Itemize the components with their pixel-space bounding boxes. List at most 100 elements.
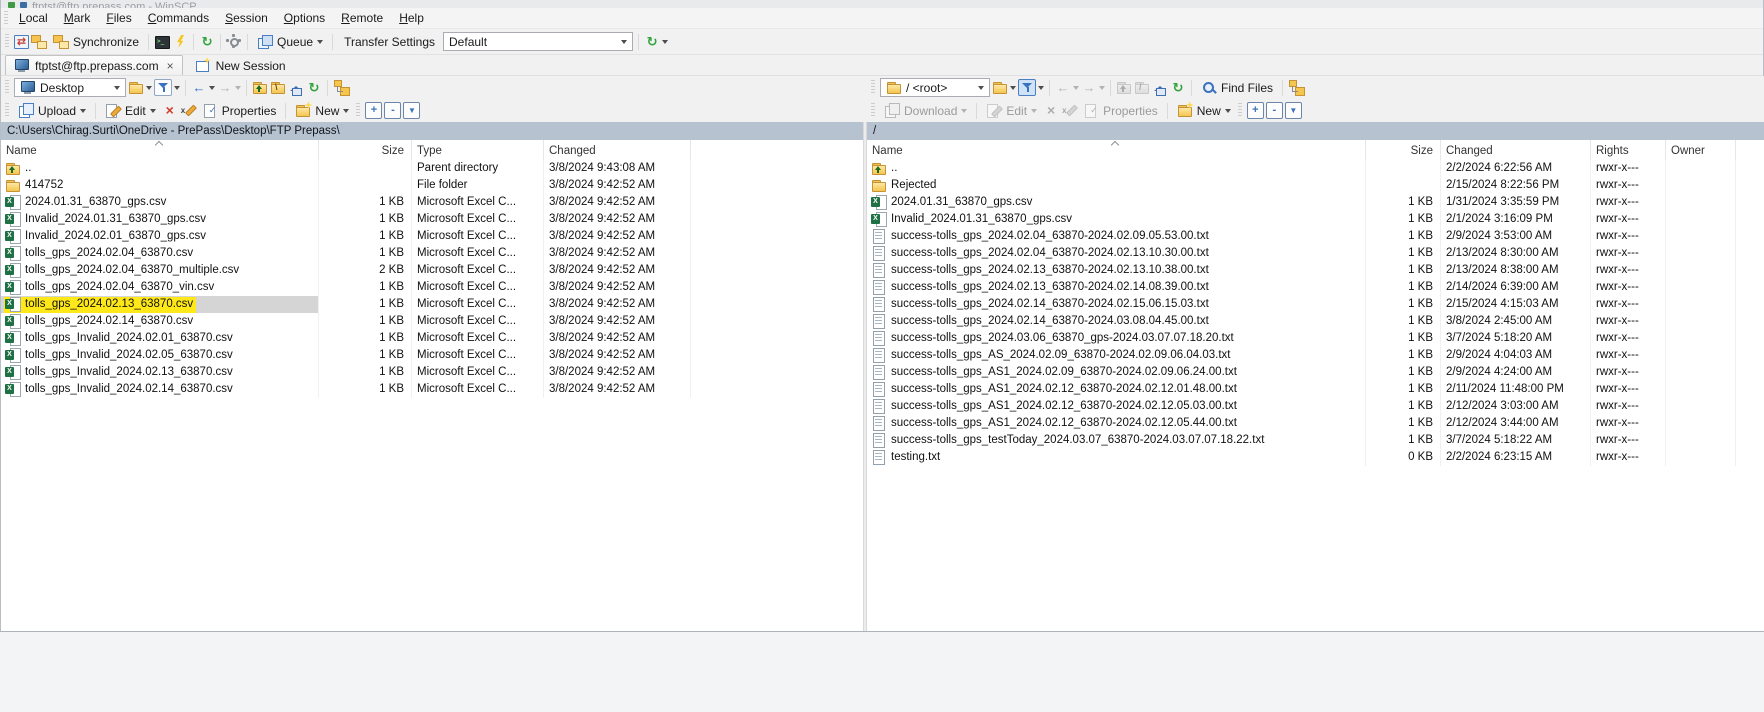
menu-item-remote[interactable]: Remote bbox=[333, 11, 391, 25]
queue-button[interactable]: Queue bbox=[253, 33, 327, 50]
left-column-header-size[interactable]: Size bbox=[319, 140, 412, 160]
toolbar-grip[interactable] bbox=[5, 34, 9, 49]
menu-item-local[interactable]: Local bbox=[11, 11, 56, 25]
right-open-directory-caret[interactable] bbox=[1010, 86, 1016, 90]
menu-item-files[interactable]: Files bbox=[98, 11, 139, 25]
upload-button[interactable]: Upload bbox=[14, 102, 90, 119]
file-row[interactable]: tolls_gps_2024.02.13_63870.csv1 KBMicros… bbox=[1, 296, 863, 313]
file-row[interactable]: success-tolls_gps_2024.02.13_63870-2024.… bbox=[867, 279, 1764, 296]
left-parent-directory-icon[interactable] bbox=[252, 80, 268, 95]
file-row[interactable]: success-tolls_gps_2024.03.06_63870_gps-2… bbox=[867, 330, 1764, 347]
left-directory-tree-icon[interactable] bbox=[333, 80, 349, 95]
file-row[interactable]: ..2/2/2024 6:22:56 AMrwxr-x--- bbox=[867, 160, 1764, 177]
file-row[interactable]: success-tolls_gps_AS1_2024.02.12_63870-2… bbox=[867, 381, 1764, 398]
file-row[interactable]: testing.txt0 KB2/2/2024 6:23:15 AMrwxr-x… bbox=[867, 449, 1764, 466]
transfer-preset-caret[interactable] bbox=[662, 40, 668, 44]
left-column-header-changed[interactable]: Changed bbox=[544, 140, 691, 160]
right-filter-icon[interactable] bbox=[1018, 79, 1036, 96]
left-properties-button[interactable]: Properties bbox=[198, 102, 281, 119]
left-open-directory-icon[interactable] bbox=[128, 80, 144, 95]
file-row[interactable]: success-tolls_gps_2024.02.13_63870-2024.… bbox=[867, 262, 1764, 279]
close-session-icon[interactable]: × bbox=[167, 59, 174, 73]
right-new-button[interactable]: New bbox=[1173, 102, 1235, 119]
right-column-header-rights[interactable]: Rights bbox=[1591, 140, 1666, 160]
right-select-grip[interactable] bbox=[1238, 103, 1242, 118]
left-forward-icon[interactable]: → bbox=[217, 80, 233, 95]
file-row[interactable]: Invalid_2024.01.31_63870_gps.csv1 KBMicr… bbox=[1, 211, 863, 228]
right-toolbar2-grip[interactable] bbox=[871, 103, 875, 118]
left-back-icon[interactable]: ← bbox=[191, 80, 207, 95]
right-column-header-name[interactable]: Name bbox=[867, 140, 1366, 160]
file-row[interactable]: success-tolls_gps_2024.02.14_63870-2024.… bbox=[867, 313, 1764, 330]
right-column-header-changed[interactable]: Changed bbox=[1441, 140, 1591, 160]
left-refresh-icon[interactable]: ↻ bbox=[306, 80, 322, 95]
preferences-gear-icon[interactable] bbox=[226, 34, 242, 49]
compare-directories-icon[interactable]: ⇄ bbox=[14, 35, 29, 49]
right-location-combo[interactable]: / <root> bbox=[880, 78, 990, 97]
new-session-tab[interactable]: New Session bbox=[186, 55, 295, 75]
file-row[interactable]: success-tolls_gps_AS1_2024.02.12_63870-2… bbox=[867, 398, 1764, 415]
left-delete-icon[interactable]: × bbox=[162, 103, 178, 118]
left-root-directory-icon[interactable]: \ bbox=[270, 80, 286, 95]
file-row[interactable]: tolls_gps_2024.02.04_63870.csv1 KBMicros… bbox=[1, 245, 863, 262]
left-home-directory-icon[interactable] bbox=[288, 80, 304, 95]
right-open-directory-icon[interactable] bbox=[992, 80, 1008, 95]
left-path-bar[interactable]: C:\Users\Chirag.Surti\OneDrive - PrePass… bbox=[1, 122, 863, 140]
find-files-button[interactable]: Find Files bbox=[1197, 79, 1277, 96]
explore-refresh-icon[interactable]: ↻ bbox=[199, 34, 215, 49]
right-select-remove-icon[interactable]: - bbox=[1266, 102, 1283, 119]
file-row[interactable]: success-tolls_gps_2024.02.04_63870-2024.… bbox=[867, 245, 1764, 262]
left-column-header-name[interactable]: Name bbox=[1, 140, 319, 160]
file-row[interactable]: 414752File folder3/8/2024 9:42:52 AM bbox=[1, 177, 863, 194]
synchronize-browsing-icon[interactable] bbox=[31, 34, 47, 49]
file-row[interactable]: tolls_gps_Invalid_2024.02.01_63870.csv1 … bbox=[1, 330, 863, 347]
file-row[interactable]: ..Parent directory3/8/2024 9:43:08 AM bbox=[1, 160, 863, 177]
right-path-bar[interactable]: / bbox=[867, 122, 1764, 140]
right-column-header-owner[interactable]: Owner bbox=[1666, 140, 1736, 160]
file-row[interactable]: tolls_gps_Invalid_2024.02.13_63870.csv1 … bbox=[1, 364, 863, 381]
left-new-button[interactable]: New bbox=[291, 102, 353, 119]
right-column-header-size[interactable]: Size bbox=[1366, 140, 1441, 160]
file-row[interactable]: tolls_gps_Invalid_2024.02.14_63870.csv1 … bbox=[1, 381, 863, 398]
open-terminal-icon[interactable] bbox=[154, 34, 170, 49]
menu-item-session[interactable]: Session bbox=[217, 11, 276, 25]
right-select-add-icon[interactable]: + bbox=[1247, 102, 1264, 119]
left-select-grip[interactable] bbox=[356, 103, 360, 118]
file-row[interactable]: 2024.01.31_63870_gps.csv1 KBMicrosoft Ex… bbox=[1, 194, 863, 211]
right-selection-menu-icon[interactable]: ▼ bbox=[1285, 102, 1302, 119]
menu-item-commands[interactable]: Commands bbox=[140, 11, 217, 25]
file-row[interactable]: tolls_gps_2024.02.04_63870_vin.csv1 KBMi… bbox=[1, 279, 863, 296]
left-location-combo[interactable]: Desktop bbox=[14, 78, 126, 97]
left-toolbar2-grip[interactable] bbox=[5, 103, 9, 118]
file-row[interactable]: tolls_gps_2024.02.04_63870_multiple.csv2… bbox=[1, 262, 863, 279]
file-row[interactable]: Invalid_2024.01.31_63870_gps.csv1 KB2/1/… bbox=[867, 211, 1764, 228]
right-home-directory-icon[interactable] bbox=[1152, 80, 1168, 95]
left-filter-icon[interactable] bbox=[154, 79, 172, 96]
file-row[interactable]: success-tolls_gps_2024.02.14_63870-2024.… bbox=[867, 296, 1764, 313]
left-selection-menu-icon[interactable]: ▼ bbox=[403, 102, 420, 119]
transfer-preset-icon[interactable]: ↻ bbox=[644, 34, 660, 49]
transfer-settings-combo[interactable]: Default bbox=[443, 32, 633, 51]
right-refresh-icon[interactable]: ↻ bbox=[1170, 80, 1186, 95]
menubar-grip[interactable] bbox=[4, 11, 8, 26]
left-open-directory-caret[interactable] bbox=[146, 86, 152, 90]
open-in-putty-icon[interactable] bbox=[172, 34, 188, 49]
file-row[interactable]: success-tolls_gps_testToday_2024.03.07_6… bbox=[867, 432, 1764, 449]
left-back-caret[interactable] bbox=[209, 86, 215, 90]
menu-item-help[interactable]: Help bbox=[391, 11, 432, 25]
right-toolbar-grip[interactable] bbox=[871, 80, 875, 95]
left-column-header-type[interactable]: Type bbox=[412, 140, 544, 160]
session-tab[interactable]: ftptst@ftp.prepass.com × bbox=[5, 55, 183, 75]
menu-item-options[interactable]: Options bbox=[276, 11, 333, 25]
file-row[interactable]: success-tolls_gps_AS1_2024.02.12_63870-2… bbox=[867, 415, 1764, 432]
file-row[interactable]: success-tolls_gps_2024.02.04_63870-2024.… bbox=[867, 228, 1764, 245]
file-row[interactable]: tolls_gps_2024.02.14_63870.csv1 KBMicros… bbox=[1, 313, 863, 330]
synchronize-button[interactable]: Synchronize bbox=[49, 33, 143, 50]
right-directory-tree-icon[interactable] bbox=[1288, 80, 1304, 95]
file-row[interactable]: Invalid_2024.02.01_63870_gps.csv1 KBMicr… bbox=[1, 228, 863, 245]
file-row[interactable]: success-tolls_gps_AS1_2024.02.09_63870-2… bbox=[867, 364, 1764, 381]
left-select-remove-icon[interactable]: - bbox=[384, 102, 401, 119]
file-row[interactable]: 2024.01.31_63870_gps.csv1 KB1/31/2024 3:… bbox=[867, 194, 1764, 211]
file-row[interactable]: tolls_gps_Invalid_2024.02.05_63870.csv1 … bbox=[1, 347, 863, 364]
left-rename-icon[interactable] bbox=[180, 103, 196, 118]
